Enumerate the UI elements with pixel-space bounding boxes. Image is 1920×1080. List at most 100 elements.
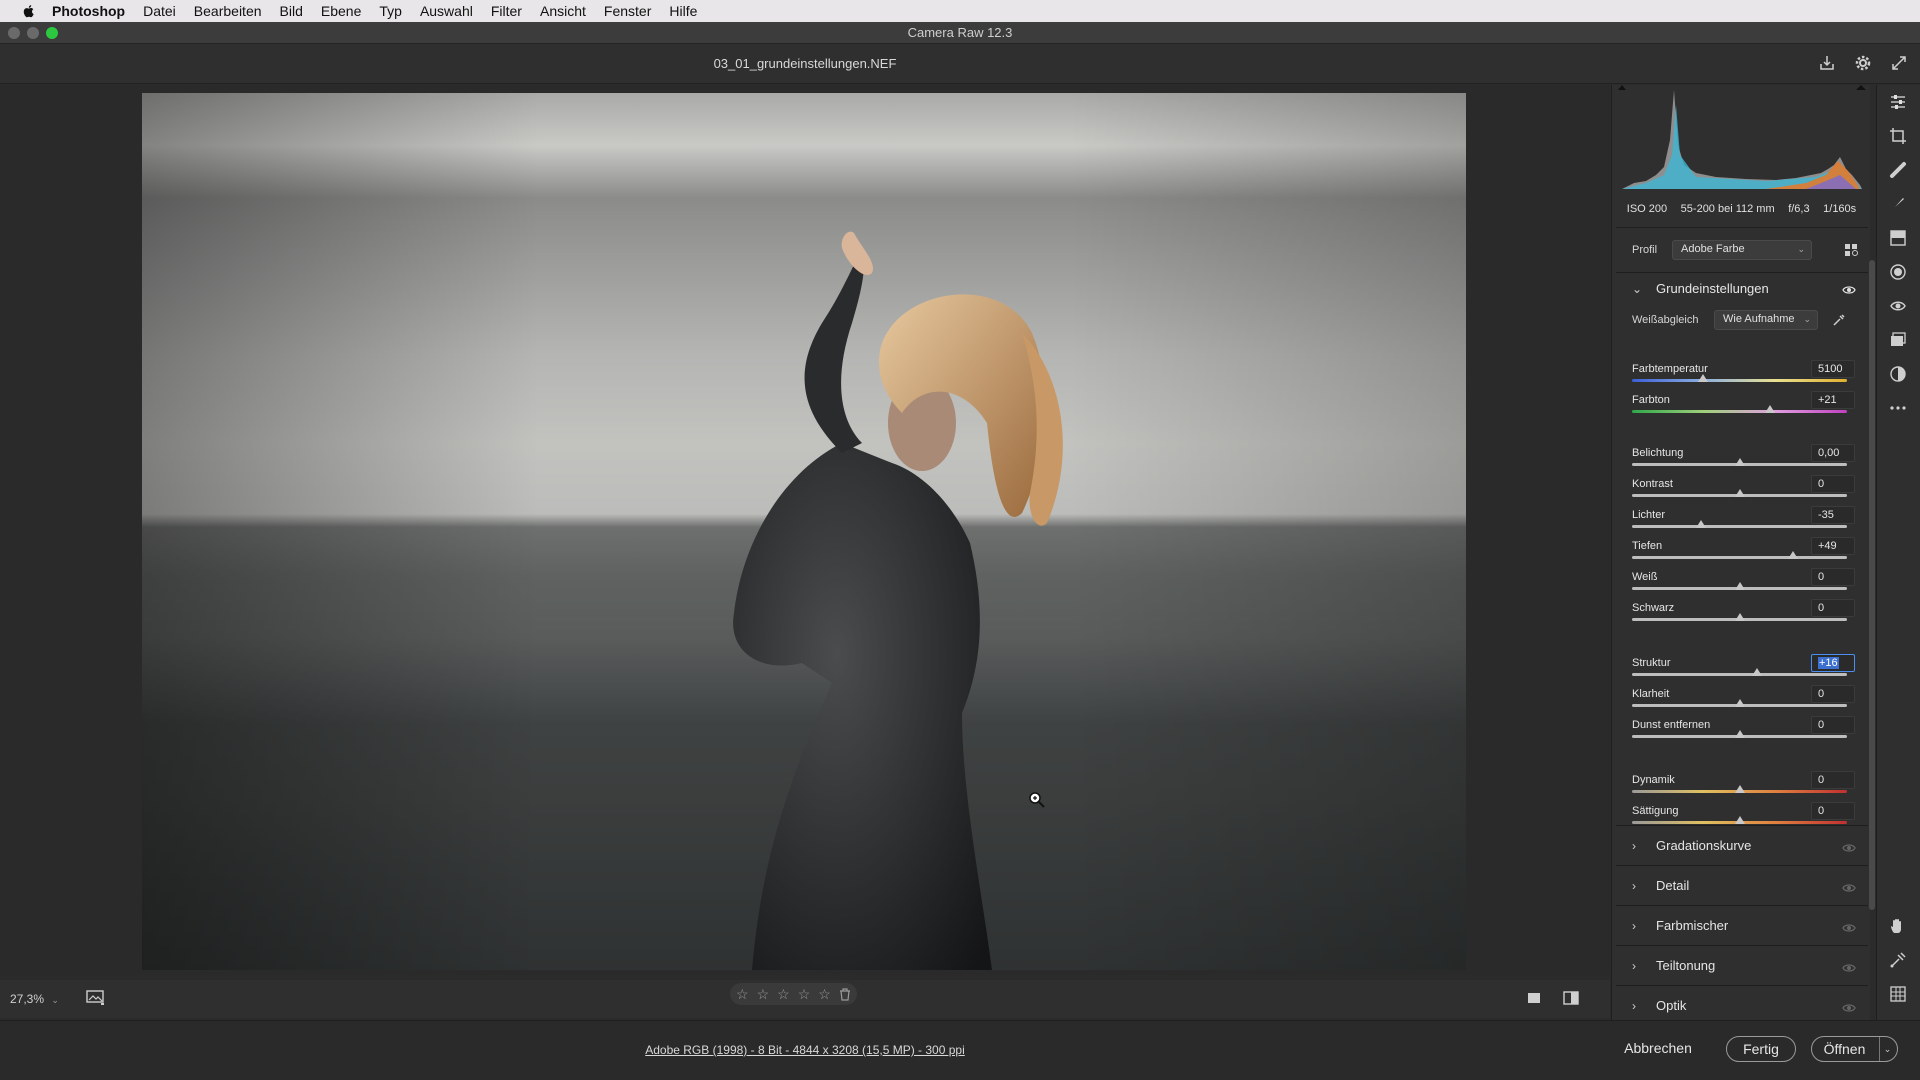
red-eye-icon[interactable]: [1889, 297, 1907, 315]
panel-scrollbar[interactable]: [1869, 260, 1875, 910]
slider-farbton[interactable]: Farbton +21: [1632, 391, 1857, 422]
shadow-clipping-icon[interactable]: [1618, 85, 1626, 90]
slider-value-input[interactable]: 0: [1811, 771, 1855, 789]
crop-icon[interactable]: [1889, 127, 1907, 145]
slider-thumb[interactable]: [1734, 582, 1745, 590]
save-image-icon[interactable]: [1818, 54, 1836, 72]
slider-value-input[interactable]: 0: [1811, 599, 1855, 617]
slider-track[interactable]: [1632, 525, 1847, 528]
slider-thumb[interactable]: [1734, 699, 1745, 707]
color-sampler-icon[interactable]: [1889, 951, 1907, 969]
slider-value-input[interactable]: 0,00: [1811, 444, 1855, 462]
presets-icon[interactable]: [1889, 365, 1907, 383]
chevron-down-icon[interactable]: ⌄: [1879, 1037, 1895, 1061]
slider-dynamik[interactable]: Dynamik 0: [1632, 771, 1857, 802]
menu-hilfe[interactable]: Hilfe: [669, 3, 697, 19]
profile-browser-icon[interactable]: [1844, 243, 1860, 257]
edit-sliders-icon[interactable]: [1889, 93, 1907, 111]
basic-section-header[interactable]: ⌄ Grundeinstellungen: [1632, 281, 1769, 296]
slider-thumb[interactable]: [1734, 816, 1745, 824]
slider-thumb[interactable]: [1734, 489, 1745, 497]
zoom-level[interactable]: 27,3% ⌄: [10, 992, 59, 1006]
slider-thumb[interactable]: [1764, 405, 1775, 413]
hand-tool-icon[interactable]: [1889, 917, 1907, 935]
healing-icon[interactable]: [1889, 161, 1907, 179]
eye-icon[interactable]: [1842, 883, 1856, 893]
slider-value-input[interactable]: -35: [1811, 506, 1855, 524]
more-options-icon[interactable]: [1889, 399, 1907, 417]
menu-auswahl[interactable]: Auswahl: [420, 3, 473, 19]
graduated-filter-icon[interactable]: [1889, 229, 1907, 247]
slider-value-input[interactable]: 0: [1811, 685, 1855, 703]
fullscreen-icon[interactable]: [1890, 54, 1908, 72]
profile-dropdown[interactable]: Adobe Farbe ⌄: [1672, 240, 1812, 260]
brush-icon[interactable]: [1889, 195, 1907, 213]
done-button[interactable]: Fertig: [1726, 1036, 1796, 1062]
eye-icon[interactable]: [1842, 963, 1856, 973]
zoom-button[interactable]: [46, 27, 58, 39]
menu-typ[interactable]: Typ: [379, 3, 402, 19]
slider-struktur[interactable]: Struktur +16: [1632, 654, 1857, 685]
menu-datei[interactable]: Datei: [143, 3, 176, 19]
slider-belichtung[interactable]: Belichtung 0,00: [1632, 444, 1857, 475]
menu-ansicht[interactable]: Ansicht: [540, 3, 586, 19]
highlight-clipping-icon[interactable]: [1856, 85, 1866, 90]
eyedropper-icon[interactable]: [1832, 313, 1846, 327]
menu-bearbeiten[interactable]: Bearbeiten: [194, 3, 262, 19]
star-icon[interactable]: ☆: [798, 986, 811, 1003]
menu-fenster[interactable]: Fenster: [604, 3, 651, 19]
slider-dunst-entfernen[interactable]: Dunst entfernen 0: [1632, 716, 1857, 747]
slider-track[interactable]: [1632, 556, 1847, 559]
eye-icon[interactable]: [1842, 923, 1856, 933]
trash-icon[interactable]: [839, 987, 851, 1001]
star-icon[interactable]: ☆: [736, 986, 749, 1003]
slider-lichter[interactable]: Lichter -35: [1632, 506, 1857, 537]
slider-thumb[interactable]: [1697, 374, 1708, 382]
slider-value-input[interactable]: 0: [1811, 802, 1855, 820]
star-icon[interactable]: ☆: [757, 986, 770, 1003]
slider-value-input[interactable]: 0: [1811, 716, 1855, 734]
slider-value-input[interactable]: 5100: [1811, 360, 1855, 378]
section-teiltonung[interactable]: › Teiltonung: [1632, 958, 1715, 973]
slider-value-input[interactable]: 0: [1811, 475, 1855, 493]
section-gradationskurve[interactable]: › Gradationskurve: [1632, 838, 1751, 853]
section-farbmischer[interactable]: › Farbmischer: [1632, 918, 1728, 933]
cancel-button[interactable]: Abbrechen: [1618, 1036, 1698, 1062]
filmstrip-toggle-icon[interactable]: [86, 990, 106, 1006]
slider-thumb[interactable]: [1695, 520, 1706, 528]
slider-schwarz[interactable]: Schwarz 0: [1632, 599, 1857, 630]
menu-filter[interactable]: Filter: [491, 3, 522, 19]
slider-value-input[interactable]: 0: [1811, 568, 1855, 586]
slider-thumb[interactable]: [1734, 613, 1745, 621]
slider-thumb[interactable]: [1751, 668, 1762, 676]
image-canvas[interactable]: [0, 85, 1610, 975]
slider-thumb[interactable]: [1734, 458, 1745, 466]
slider-track[interactable]: [1632, 673, 1847, 676]
eye-icon[interactable]: [1842, 285, 1856, 295]
preview-photo[interactable]: [142, 93, 1466, 970]
slider-value-input[interactable]: +49: [1811, 537, 1855, 555]
close-button[interactable]: [8, 27, 20, 39]
slider-farbtemperatur[interactable]: Farbtemperatur 5100: [1632, 360, 1857, 391]
slider-sättigung[interactable]: Sättigung 0: [1632, 802, 1857, 833]
slider-kontrast[interactable]: Kontrast 0: [1632, 475, 1857, 506]
grid-overlay-icon[interactable]: [1889, 985, 1907, 1003]
slider-value-input[interactable]: +21: [1811, 391, 1855, 409]
star-icon[interactable]: ☆: [777, 986, 790, 1003]
slider-track[interactable]: [1632, 379, 1847, 382]
menu-bild[interactable]: Bild: [280, 3, 303, 19]
white-balance-dropdown[interactable]: Wie Aufnahme ⌄: [1714, 310, 1818, 330]
menu-ebene[interactable]: Ebene: [321, 3, 361, 19]
eye-icon[interactable]: [1842, 1003, 1856, 1013]
radial-filter-icon[interactable]: [1889, 263, 1907, 281]
slider-thumb[interactable]: [1734, 730, 1745, 738]
slider-thumb[interactable]: [1734, 785, 1745, 793]
slider-klarheit[interactable]: Klarheit 0: [1632, 685, 1857, 716]
star-icon[interactable]: ☆: [818, 986, 831, 1003]
menu-photoshop[interactable]: Photoshop: [52, 3, 125, 19]
minimize-button[interactable]: [27, 27, 39, 39]
workflow-options-link[interactable]: Adobe RGB (1998) - 8 Bit - 4844 x 3208 (…: [0, 1043, 1610, 1057]
snapshots-icon[interactable]: [1889, 331, 1907, 349]
apple-icon[interactable]: [20, 3, 38, 19]
slider-value-input[interactable]: +16: [1811, 654, 1855, 672]
